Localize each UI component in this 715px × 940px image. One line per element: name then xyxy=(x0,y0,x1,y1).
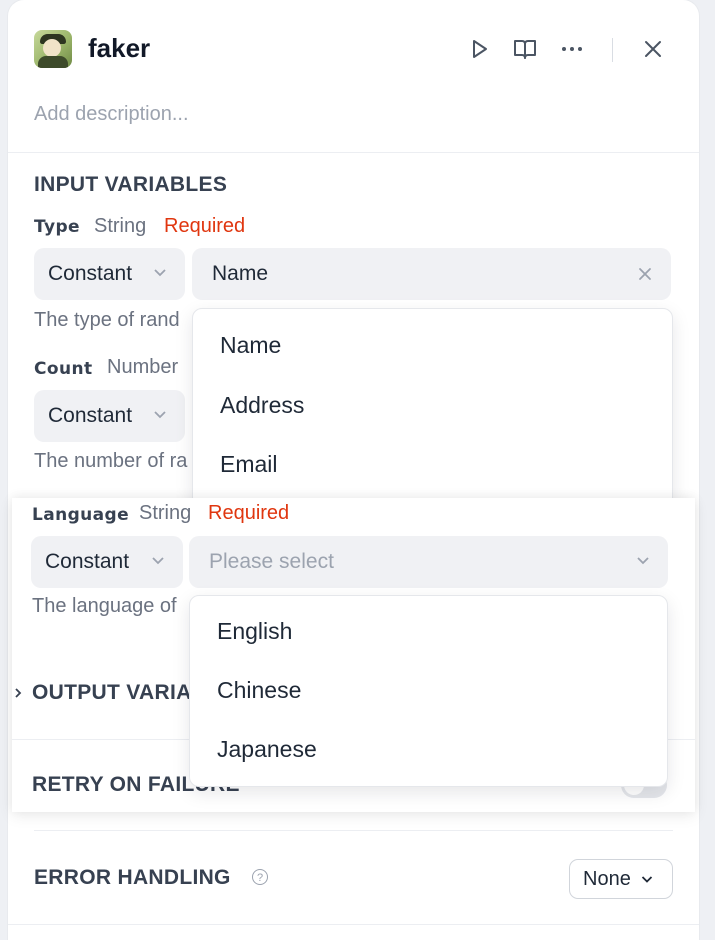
type-value-label: Name xyxy=(212,262,269,285)
language-option[interactable]: English xyxy=(217,618,292,645)
chevron-down-icon xyxy=(154,411,166,419)
language-option[interactable]: Japanese xyxy=(217,736,317,763)
run-icon[interactable] xyxy=(467,37,491,61)
divider xyxy=(8,152,699,153)
help-icon[interactable]: ? xyxy=(252,869,268,885)
language-var-type: String xyxy=(139,502,192,524)
language-value-select[interactable]: Please select xyxy=(189,536,668,588)
count-var-type: Number xyxy=(107,356,179,378)
language-variable-card: Language String Required Constant Please… xyxy=(12,498,695,812)
input-variables-title: INPUT VARIABLES xyxy=(34,173,228,196)
language-placeholder: Please select xyxy=(209,550,334,573)
type-options-dropdown: Name Address Email xyxy=(192,308,673,510)
count-hint: The number of ra xyxy=(34,450,188,472)
count-mode-label: Constant xyxy=(48,404,133,427)
divider xyxy=(8,924,699,925)
clear-icon[interactable] xyxy=(637,266,653,282)
language-mode-select[interactable]: Constant xyxy=(31,536,183,588)
chevron-down-icon xyxy=(154,269,166,277)
type-var-required: Required xyxy=(164,215,246,237)
language-hint: The language of xyxy=(32,595,177,617)
type-option[interactable]: Address xyxy=(220,392,304,419)
count-var-name: Count xyxy=(34,359,93,379)
error-handling-value: None xyxy=(583,868,631,890)
panel-header: faker xyxy=(34,30,679,70)
language-var-name: Language xyxy=(32,505,130,525)
output-variables-title[interactable]: OUTPUT VARIA xyxy=(32,681,192,705)
close-icon[interactable] xyxy=(641,37,665,61)
language-var-required: Required xyxy=(208,502,290,524)
type-mode-label: Constant xyxy=(48,262,133,285)
chevron-down-icon xyxy=(637,557,649,565)
type-option[interactable]: Name xyxy=(220,332,281,359)
type-var-name: Type xyxy=(34,217,80,237)
type-mode-select[interactable]: Constant xyxy=(34,248,185,300)
type-option[interactable]: Email xyxy=(220,451,278,478)
header-separator xyxy=(612,38,613,62)
error-handling-select[interactable]: None xyxy=(569,859,673,899)
language-option[interactable]: Chinese xyxy=(217,677,301,704)
node-title[interactable]: faker xyxy=(88,33,150,64)
chevron-down-icon xyxy=(641,876,653,883)
chevron-down-icon xyxy=(152,557,164,565)
more-icon[interactable] xyxy=(560,37,584,61)
description-input[interactable]: Add description... xyxy=(34,103,189,126)
language-mode-label: Constant xyxy=(45,550,130,573)
language-options-dropdown: English Chinese Japanese xyxy=(189,595,668,787)
type-hint: The type of rand xyxy=(34,309,180,331)
docs-book-icon[interactable] xyxy=(513,37,537,61)
divider xyxy=(34,830,673,831)
error-handling-title: ERROR HANDLING xyxy=(34,866,231,889)
tool-avatar xyxy=(34,30,72,68)
type-var-type: String xyxy=(94,215,147,237)
chevron-right-icon[interactable] xyxy=(14,687,22,699)
count-mode-select[interactable]: Constant xyxy=(34,390,185,442)
type-value-select[interactable]: Name xyxy=(192,248,671,300)
